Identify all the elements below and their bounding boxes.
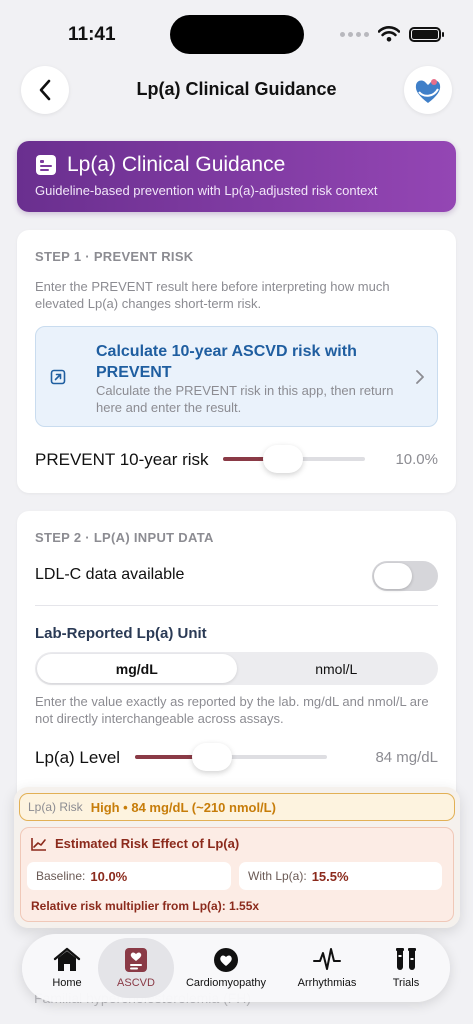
status-time: 11:41	[68, 24, 116, 45]
tab-cardiomyopathy[interactable]: Cardiomyopathy	[180, 938, 272, 998]
pulse-icon	[313, 948, 341, 970]
prevent-risk-value: 10.0%	[395, 451, 438, 468]
nav-bar: Lp(a) Clinical Guidance	[0, 66, 473, 116]
baseline-value: 10.0%	[90, 868, 128, 884]
risk-badge: Lp(a) Risk High • 84 mg/dL (~210 nmol/L)	[19, 793, 455, 821]
tab-label: Trials	[392, 977, 420, 989]
step2-card: STEP 2 · LP(A) INPUT DATA LDL-C data ava…	[17, 511, 456, 811]
trend-chart-icon	[31, 837, 46, 851]
hero-subtitle: Guideline-based prevention with Lp(a)-ad…	[35, 183, 378, 198]
unit-option-mg-dl[interactable]: mg/dL	[37, 654, 237, 683]
step1-description: Enter the PREVENT result here before int…	[35, 279, 390, 311]
unit-note: Enter the value exactly as reported by t…	[35, 694, 429, 726]
unit-segmented-control: mg/dL nmol/L	[35, 652, 438, 685]
with-lpa-metric: With Lp(a): 15.5%	[239, 862, 442, 890]
link-title: Calculate 10-year ASCVD risk with PREVEN…	[96, 343, 357, 381]
tab-trials[interactable]: Trials	[374, 938, 438, 998]
tab-bar: Home ASCVD Cardiomyopathy Arrhythmias Tr…	[22, 934, 450, 1002]
chevron-right-icon	[416, 370, 424, 384]
tab-label: ASCVD	[117, 977, 155, 989]
lpa-level-label: Lp(a) Level	[35, 748, 121, 767]
test-tubes-icon	[396, 948, 416, 970]
hero-title: Lp(a) Clinical Guidance	[67, 153, 286, 176]
page-title: Lp(a) Clinical Guidance	[136, 79, 337, 99]
unit-title: Lab-Reported Lp(a) Unit	[35, 625, 207, 642]
slider-thumb[interactable]	[262, 445, 303, 473]
tab-ascvd[interactable]: ASCVD	[98, 938, 174, 998]
status-icons	[340, 26, 444, 42]
step1-label: STEP 1 · PREVENT RISK	[35, 249, 194, 264]
dynamic-island	[170, 15, 304, 54]
external-link-icon	[50, 369, 66, 385]
risk-label: Lp(a) Risk	[28, 800, 83, 814]
divider	[35, 605, 438, 606]
step2-label: STEP 2 · LP(A) INPUT DATA	[35, 530, 214, 545]
effect-title: Estimated Risk Effect of Lp(a)	[55, 836, 240, 851]
heart-icon	[214, 948, 238, 972]
unit-option-nmol-l[interactable]: nmol/L	[237, 654, 437, 683]
app-logo-button[interactable]	[404, 66, 452, 114]
lpa-level-slider-row: Lp(a) Level 84 mg/dL	[35, 743, 438, 773]
signal-icon	[340, 31, 369, 37]
clipboard-icon	[36, 155, 56, 175]
risk-value: High • 84 mg/dL (~210 nmol/L)	[90, 799, 276, 815]
risk-summary-panel: Lp(a) Risk High • 84 mg/dL (~210 nmol/L)…	[14, 787, 460, 928]
prevent-risk-label: PREVENT 10-year risk	[35, 450, 209, 469]
with-lpa-value: 15.5%	[311, 868, 349, 884]
prevent-calculator-link[interactable]: Calculate 10-year ASCVD risk with PREVEN…	[35, 326, 438, 427]
battery-icon	[409, 26, 444, 42]
with-lpa-label: With Lp(a):	[248, 869, 307, 883]
lpa-level-value: 84 mg/dL	[375, 749, 438, 766]
lpa-level-slider[interactable]	[135, 743, 327, 771]
tab-label: Home	[52, 977, 82, 989]
baseline-metric: Baseline: 10.0%	[27, 862, 231, 890]
slider-thumb[interactable]	[191, 743, 232, 771]
step1-card: STEP 1 · PREVENT RISK Enter the PREVENT …	[17, 230, 456, 493]
toggle-knob	[374, 563, 412, 589]
heart-logo-icon	[415, 79, 441, 103]
tab-label: Arrhythmias	[297, 977, 357, 989]
tab-home[interactable]: Home	[30, 938, 104, 998]
baseline-label: Baseline:	[36, 869, 86, 883]
heart-doc-icon	[125, 948, 147, 972]
ldl-toggle[interactable]	[372, 561, 438, 591]
hero-banner: Lp(a) Clinical Guidance Guideline-based …	[17, 141, 456, 212]
ldl-label: LDL-C data available	[35, 566, 185, 583]
status-bar: 11:41	[0, 0, 473, 70]
link-subtitle: Calculate the PREVENT risk in this app, …	[96, 383, 394, 415]
prevent-risk-slider[interactable]	[223, 445, 365, 473]
wifi-icon	[378, 26, 400, 42]
tab-label: Cardiomyopathy	[185, 977, 267, 989]
risk-multiplier: Relative risk multiplier from Lp(a): 1.5…	[31, 899, 260, 913]
risk-effect-box: Estimated Risk Effect of Lp(a) Baseline:…	[20, 827, 454, 922]
prevent-risk-slider-row: PREVENT 10-year risk 10.0%	[35, 445, 438, 475]
tab-arrhythmias[interactable]: Arrhythmias	[286, 938, 368, 998]
home-icon	[53, 947, 81, 971]
